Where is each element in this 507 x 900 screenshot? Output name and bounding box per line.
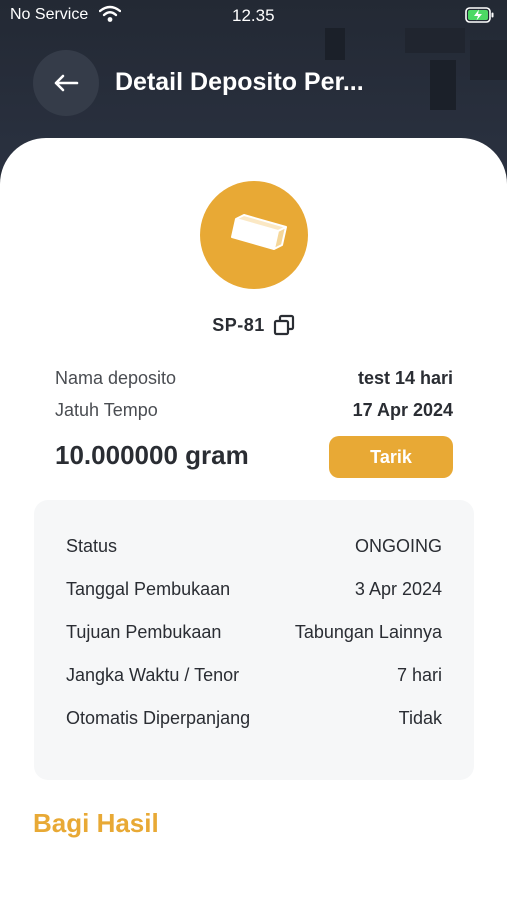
copy-icon[interactable] [273, 314, 295, 336]
detail-row-tenor: Jangka Waktu / Tenor 7 hari [66, 665, 442, 689]
deposit-amount: 10.000000 gram [55, 440, 249, 470]
info-value: 17 Apr 2024 [352, 400, 453, 420]
detail-value: ONGOING [354, 536, 442, 556]
gold-bar-avatar [200, 181, 308, 289]
detail-row-auto-renew: Otomatis Diperpanjang Tidak [66, 708, 442, 732]
detail-value: Tidak [398, 708, 442, 728]
arrow-left-icon [54, 74, 79, 92]
wifi-icon [99, 5, 121, 22]
battery-charging-icon [465, 7, 494, 23]
detail-label: Status [66, 536, 118, 556]
status-bar: No Service 12.35 [0, 0, 507, 32]
back-button[interactable] [33, 50, 99, 116]
detail-label: Jangka Waktu / Tenor [66, 665, 240, 685]
profit-sharing-title: Bagi Hasil [33, 808, 159, 838]
clock-time: 12.35 [232, 6, 275, 25]
info-value: test 14 hari [357, 368, 453, 388]
detail-row-opening-date: Tanggal Pembukaan 3 Apr 2024 [66, 579, 442, 603]
detail-label: Otomatis Diperpanjang [66, 708, 251, 728]
detail-label: Tujuan Pembukaan [66, 622, 222, 642]
carrier-label: No Service [10, 6, 89, 23]
deposit-code-row: SP-81 [0, 312, 507, 338]
detail-row-purpose: Tujuan Pembukaan Tabungan Lainnya [66, 622, 442, 646]
detail-row-status: Status ONGOING [66, 536, 442, 560]
detail-value: 7 hari [396, 665, 442, 685]
withdraw-button[interactable]: Tarik [329, 436, 453, 478]
detail-box: Status ONGOING Tanggal Pembukaan 3 Apr 2… [34, 500, 474, 780]
gold-bar-icon [231, 214, 287, 250]
header-decoration [430, 60, 456, 110]
detail-value: Tabungan Lainnya [294, 622, 442, 642]
page-title: Detail Deposito Per... [115, 68, 364, 96]
info-label: Jatuh Tempo [55, 400, 158, 420]
info-row-due-date: Jatuh Tempo 17 Apr 2024 [55, 400, 453, 424]
deposit-code: SP-81 [212, 314, 265, 335]
detail-value: 3 Apr 2024 [354, 579, 442, 599]
info-label: Nama deposito [55, 368, 177, 388]
info-row-deposit-name: Nama deposito test 14 hari [55, 368, 453, 392]
detail-label: Tanggal Pembukaan [66, 579, 231, 599]
header-decoration [325, 28, 345, 60]
header-decoration [470, 40, 507, 80]
